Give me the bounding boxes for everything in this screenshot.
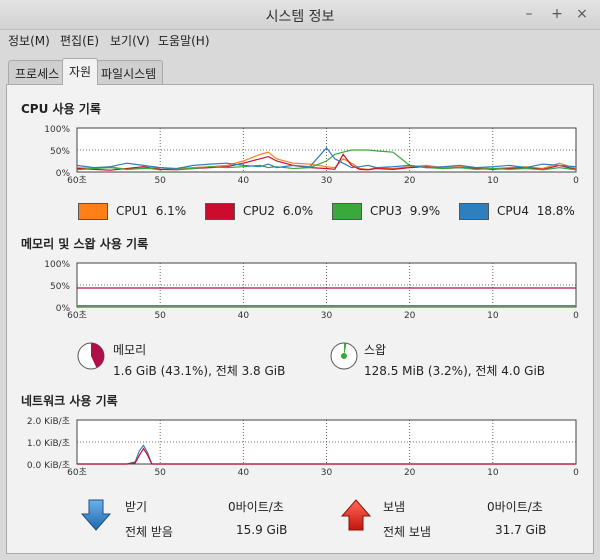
cpu-xtick-4: 20 (404, 176, 416, 186)
receive-total-label: 전체 받음 (125, 525, 173, 539)
net-xtick-0: 60초 (67, 467, 87, 478)
send-arrow-icon (340, 499, 372, 531)
net-xtick-2: 40 (238, 468, 250, 478)
mem-xtick-3: 30 (321, 311, 333, 321)
send-label: 보냄 (383, 500, 406, 514)
close-button[interactable]: × (573, 5, 591, 23)
cpu-ytick-0: 100% (44, 125, 70, 135)
net-xtick-1: 50 (154, 468, 166, 478)
mem-xtick-2: 40 (238, 311, 250, 321)
cpu-ytick-1: 50% (50, 147, 70, 157)
net-xtick-5: 10 (487, 468, 499, 478)
memory-value: 1.6 GiB (43.1%), 전체 3.8 GiB (113, 364, 286, 378)
cpu2-label: CPU2 6.0% (243, 204, 314, 218)
net-xtick-4: 20 (404, 468, 416, 478)
cpu-xtick-5: 10 (487, 176, 499, 186)
send-total-label: 전체 보냄 (383, 525, 431, 539)
maximize-button[interactable]: + (548, 5, 566, 23)
net-ytick-1: 1.0 KiB/초 (27, 438, 70, 449)
mem-ytick-1: 50% (50, 282, 70, 292)
cpu1-label: CPU1 6.1% (116, 204, 187, 218)
title-bar: 시스템 정보 – + × (0, 0, 600, 30)
cpu2-color-button[interactable] (205, 203, 235, 220)
menu-info[interactable]: 정보(M) (8, 32, 50, 49)
net-xtick-3: 30 (321, 468, 333, 478)
cpu4-color-button[interactable] (459, 203, 489, 220)
mem-xtick-6: 0 (573, 311, 579, 321)
network-history-chart: 2.0 KiB/초 1.0 KiB/초 0.0 KiB/초60초 50 40 30 20 10… (27, 416, 579, 478)
receive-rate: 0바이트/초 (228, 500, 284, 514)
cpu-history-chart: 100%50%0%60초 50 40 30 20 10 0 (44, 125, 579, 186)
tab-filesystems[interactable]: 파일시스템 (94, 60, 164, 84)
cpu-xtick-0: 60초 (67, 175, 87, 186)
cpu3-color-button[interactable] (332, 203, 362, 220)
receive-total-value: 15.9 GiB (236, 523, 288, 537)
menu-help[interactable]: 도움말(H) (158, 32, 210, 49)
cpu-xtick-6: 0 (573, 176, 579, 186)
memory-history-chart: 100%50%0%60초 50 40 30 20 10 0 (44, 260, 579, 321)
net-xtick-6: 0 (573, 468, 579, 478)
tab-processes[interactable]: 프로세스 (8, 60, 67, 84)
cpu-xtick-2: 40 (238, 176, 250, 186)
window-title: 시스템 정보 (265, 9, 335, 25)
cpu-xtick-3: 30 (321, 176, 333, 186)
mem-xtick-5: 10 (487, 311, 499, 321)
receive-arrow-icon (80, 499, 112, 531)
swap-label: 스왑 (364, 343, 387, 357)
mem-xtick-1: 50 (154, 311, 166, 321)
network-section-title: 네트워크 사용 기록 (21, 394, 118, 408)
cpu-xtick-1: 50 (154, 176, 166, 186)
minimize-button[interactable]: – (520, 5, 538, 23)
cpu-section-title: CPU 사용 기록 (21, 102, 101, 116)
net-ytick-0: 2.0 KiB/초 (27, 416, 70, 427)
swap-value: 128.5 MiB (3.2%), 전체 4.0 GiB (364, 364, 546, 378)
cpu3-label: CPU3 9.9% (370, 204, 441, 218)
memory-section-title: 메모리 및 스왑 사용 기록 (21, 237, 149, 251)
net-ytick-2: 0.0 KiB/초 (27, 460, 70, 471)
send-rate: 0바이트/초 (487, 500, 543, 514)
cpu1-color-button[interactable] (78, 203, 108, 220)
menu-view[interactable]: 보기(V) (110, 32, 150, 49)
mem-ytick-0: 100% (44, 260, 70, 270)
swap-pie-icon[interactable] (328, 340, 360, 372)
tab-resources[interactable]: 자원 (62, 58, 99, 85)
mem-xtick-0: 60초 (67, 310, 87, 321)
mem-xtick-4: 20 (404, 311, 416, 321)
memory-pie-icon[interactable] (75, 340, 107, 372)
send-total-value: 31.7 GiB (495, 523, 547, 537)
menu-bar: 정보(M) 편집(E) 보기(V) 도움말(H) (0, 30, 600, 50)
memory-label: 메모리 (113, 343, 147, 357)
menu-edit[interactable]: 편집(E) (60, 32, 99, 49)
receive-label: 받기 (125, 500, 148, 514)
swap-pie-center (341, 353, 347, 359)
cpu4-label: CPU4 18.8% (497, 204, 575, 218)
